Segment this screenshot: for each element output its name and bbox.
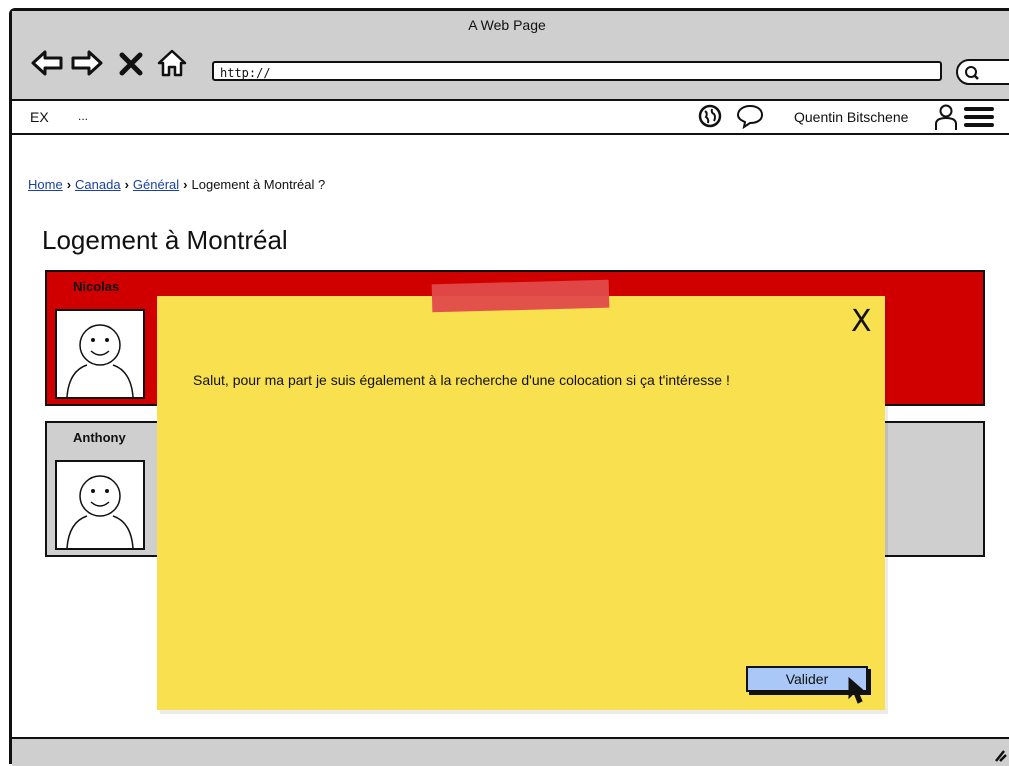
avatar-icon <box>66 324 134 398</box>
breadcrumb: Home › Canada › Général › Logement à Montréal … <box>28 177 325 192</box>
user-name[interactable]: Quentin Bitschene <box>794 109 908 125</box>
dialog-message: Salut, pour ma part je suis également à … <box>193 372 730 388</box>
browser-titlebar: A Web Page http:// <box>12 11 1009 101</box>
hamburger-menu-icon[interactable] <box>964 106 994 128</box>
close-x-icon[interactable] <box>118 48 144 78</box>
resize-handle-icon[interactable] <box>994 747 1008 763</box>
close-icon[interactable]: X <box>851 304 872 339</box>
reply-dialog: X Salut, pour ma part je suis également … <box>157 279 885 710</box>
breadcrumb-canada[interactable]: Canada <box>75 177 121 192</box>
mouse-cursor-icon <box>848 676 867 704</box>
window-title: A Web Page <box>468 17 546 33</box>
search-icon <box>965 66 979 80</box>
site-logo-suffix: ... <box>78 109 89 123</box>
site-logo[interactable]: EX <box>30 109 49 125</box>
avatar[interactable] <box>55 309 145 399</box>
browser-search-button[interactable] <box>956 59 1009 85</box>
globe-icon[interactable] <box>698 104 722 128</box>
breadcrumb-home[interactable]: Home <box>28 177 63 192</box>
url-field[interactable]: http:// <box>212 61 942 81</box>
forward-arrow-icon[interactable] <box>70 48 104 78</box>
avatar[interactable] <box>55 460 145 550</box>
browser-statusbar <box>12 737 1009 766</box>
chevron-right-icon: › <box>183 177 188 192</box>
site-menubar: EX ... Quentin Bitschene <box>12 101 1009 135</box>
breadcrumb-current: Logement à Montréal ? <box>191 177 326 192</box>
tape-decoration <box>431 279 610 313</box>
home-icon[interactable] <box>156 48 188 78</box>
back-arrow-icon[interactable] <box>30 48 64 78</box>
page-title: Logement à Montréal <box>42 225 288 255</box>
avatar-icon <box>66 475 134 549</box>
breadcrumb-general[interactable]: Général <box>133 177 179 192</box>
user-icon[interactable] <box>934 103 958 131</box>
post-author[interactable]: Anthony <box>73 430 126 445</box>
chat-bubble-icon[interactable] <box>736 103 764 129</box>
chevron-right-icon: › <box>124 177 129 192</box>
chevron-right-icon: › <box>66 177 72 192</box>
post-author[interactable]: Nicolas <box>73 279 119 294</box>
